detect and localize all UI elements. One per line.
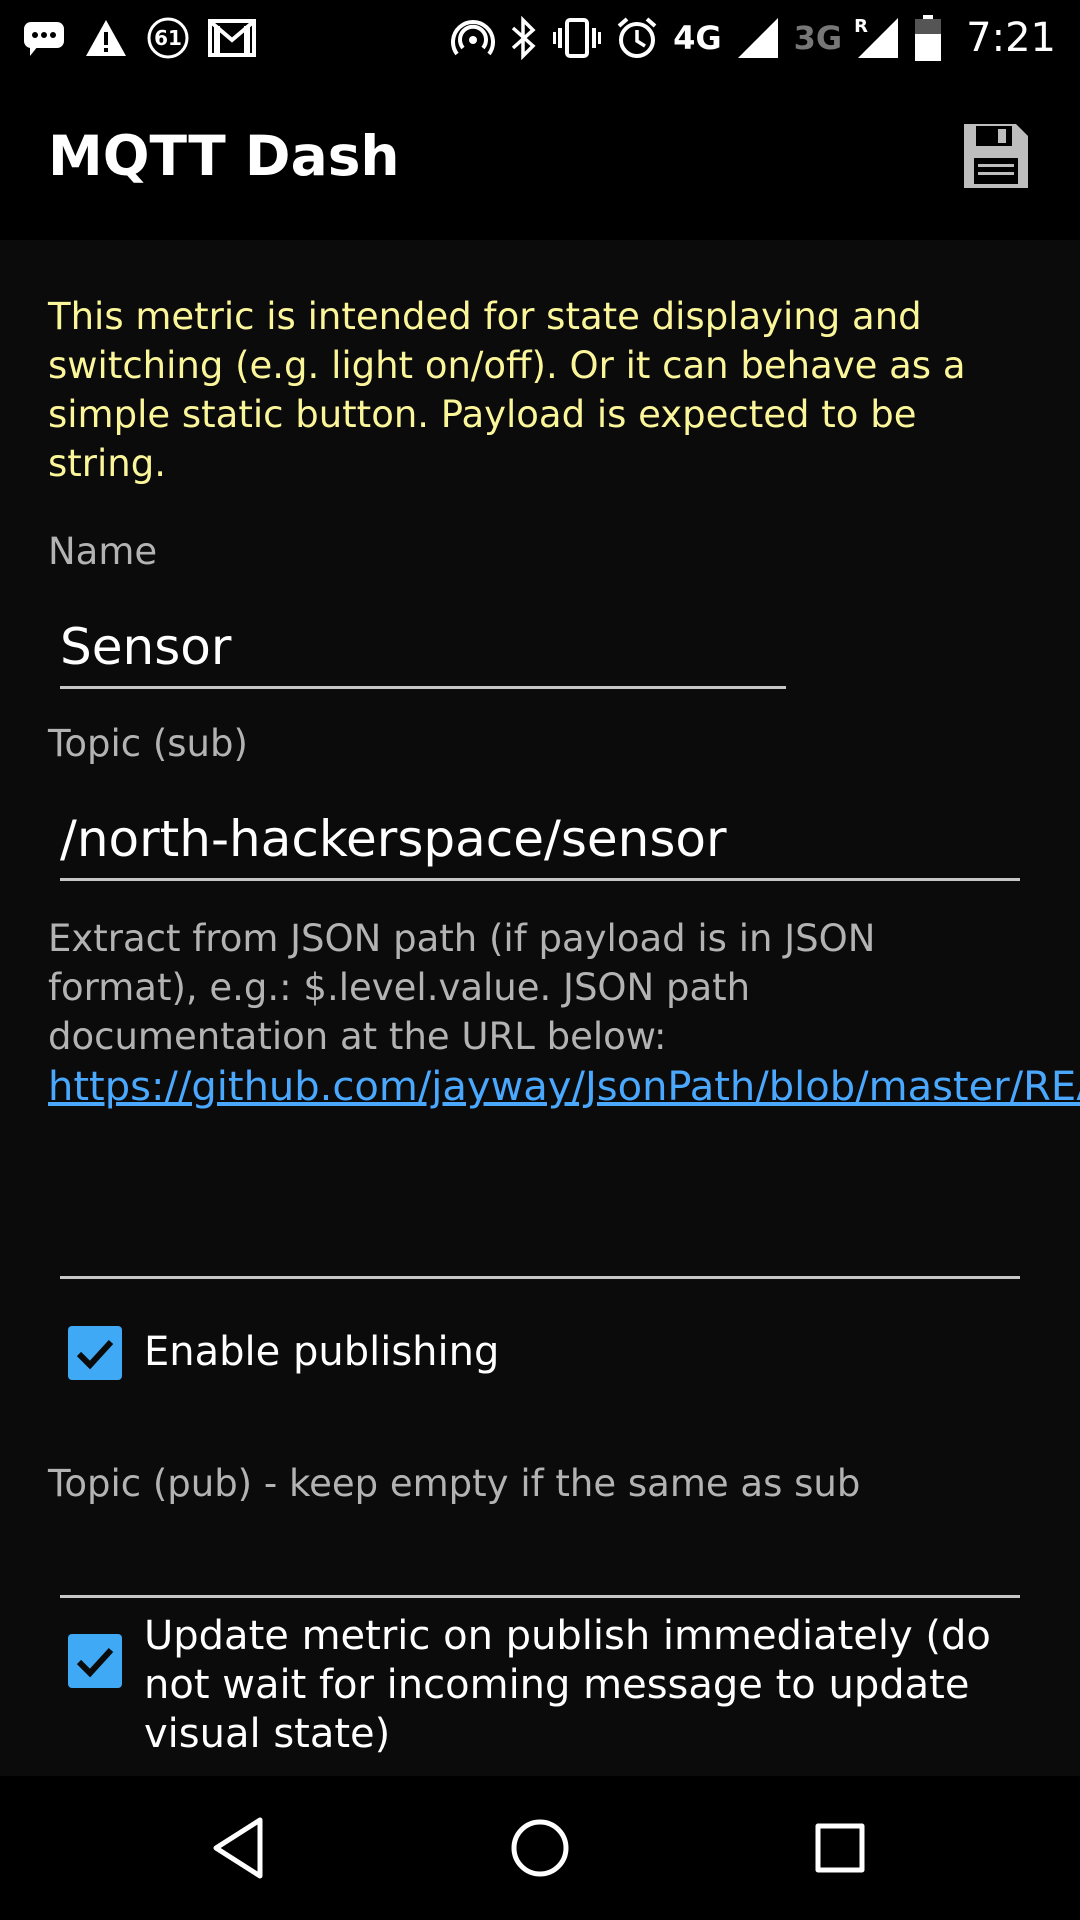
checkmark-icon: [76, 1647, 114, 1678]
home-button[interactable]: [504, 1812, 576, 1884]
navigation-bar: [0, 1776, 1080, 1920]
badge-icon: 61: [146, 16, 190, 60]
back-button[interactable]: [204, 1812, 276, 1884]
update-on-publish-checkbox[interactable]: [68, 1634, 122, 1688]
network-3g-label: 3G: [793, 19, 843, 57]
notification-count: 61: [154, 26, 182, 50]
name-field[interactable]: Sensor: [60, 618, 786, 689]
recents-button[interactable]: [804, 1812, 876, 1884]
gmail-icon: [208, 18, 256, 58]
back-icon: [213, 1817, 263, 1879]
status-bar: 61 4G 3G R 7:21: [0, 0, 1080, 76]
topic-sub-field[interactable]: /north-hackerspace/sensor: [60, 810, 1020, 881]
json-path-doc-link[interactable]: https://github.com/jayway/JsonPath/blob/…: [48, 1063, 1080, 1112]
clock: 7:21: [966, 15, 1056, 61]
save-button[interactable]: [960, 120, 1032, 192]
update-on-publish-label[interactable]: Update metric on publish immediately (do…: [144, 1612, 1024, 1759]
home-icon: [511, 1819, 569, 1877]
alarm-icon: [615, 16, 659, 60]
app-title: MQTT Dash: [48, 124, 400, 188]
bluetooth-icon: [509, 16, 539, 60]
warning-icon: [84, 18, 128, 58]
signal-icon: [736, 16, 780, 60]
metric-form: This metric is intended for state displa…: [0, 240, 1080, 1776]
metric-description: This metric is intended for state displa…: [48, 295, 966, 485]
topic-sub-label: Topic (sub): [48, 722, 248, 765]
network-4g-label: 4G: [673, 19, 722, 57]
battery-icon: [914, 14, 942, 62]
json-path-field[interactable]: [60, 1276, 1020, 1279]
app-bar: MQTT Dash: [0, 76, 1080, 240]
enable-publishing-label[interactable]: Enable publishing: [144, 1328, 1024, 1377]
signal-roaming-icon: R: [854, 16, 900, 60]
roaming-label: R: [854, 16, 869, 37]
hotspot-icon: [451, 16, 496, 60]
checkmark-icon: [76, 1339, 114, 1370]
json-path-help: Extract from JSON path (if payload is in…: [48, 917, 876, 1058]
name-label: Name: [48, 530, 158, 573]
topic-pub-label: Topic (pub) - keep empty if the same as …: [48, 1462, 861, 1505]
save-icon: [964, 124, 1028, 188]
recents-icon: [815, 1823, 865, 1873]
topic-pub-field[interactable]: [60, 1595, 1020, 1598]
chat-icon: [22, 18, 66, 58]
vibrate-icon: [553, 16, 602, 60]
enable-publishing-checkbox[interactable]: [68, 1326, 122, 1380]
